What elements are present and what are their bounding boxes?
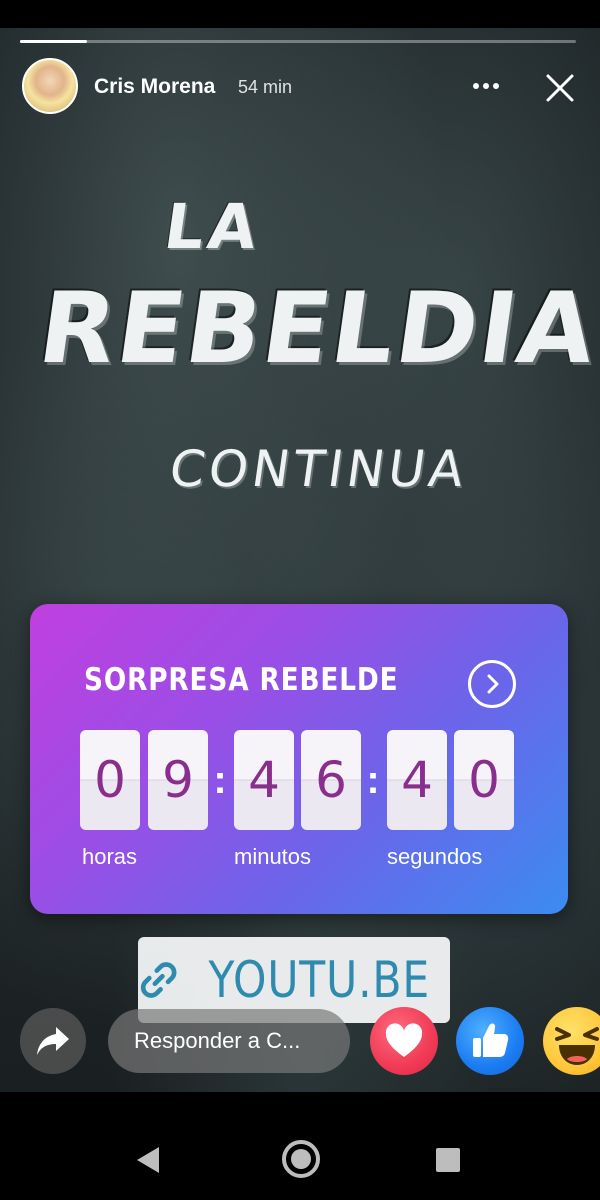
link-sticker-text: YOUTU.BE [208, 951, 431, 1009]
share-icon [37, 1027, 69, 1055]
avatar[interactable] [22, 58, 78, 114]
minutes-digit-2: 6 [301, 730, 361, 830]
back-icon[interactable] [135, 1145, 161, 1180]
story-username[interactable]: Cris Morena [94, 75, 215, 99]
share-button[interactable] [20, 1008, 86, 1074]
story-title-art: LA REBELDIA CONTINUA [32, 190, 600, 530]
minutes-digit-1: 4 [234, 730, 294, 830]
countdown-sticker[interactable]: SORPRESA REBELDE 0 9 : 4 6 : 4 0 horas m… [30, 604, 568, 914]
like-reaction-button[interactable] [456, 1007, 524, 1075]
story-progress-fill [20, 40, 87, 43]
haha-reaction-button[interactable] [543, 1007, 600, 1075]
more-options-icon[interactable] [468, 74, 504, 98]
title-line-1: LA [159, 190, 266, 263]
seconds-digit-1: 4 [387, 730, 447, 830]
hours-label: horas [82, 844, 138, 869]
close-icon[interactable] [540, 68, 580, 108]
seconds-label: segundos [387, 844, 483, 869]
title-line-3: CONTINUA [165, 440, 472, 498]
story-background [0, 28, 600, 1092]
countdown-digits: 0 9 : 4 6 : 4 0 [80, 730, 520, 830]
status-bar [0, 0, 600, 28]
reply-input[interactable]: Responder a C... [108, 1009, 350, 1073]
love-reaction-button[interactable] [370, 1007, 438, 1075]
chevron-right-icon[interactable] [468, 660, 516, 708]
laughing-face-icon [555, 1027, 599, 1065]
recents-icon[interactable] [436, 1148, 460, 1172]
colon-separator: : [366, 758, 380, 802]
seconds-digit-2: 0 [454, 730, 514, 830]
hours-digit-1: 0 [80, 730, 140, 830]
hours-digit-2: 9 [148, 730, 208, 830]
home-icon[interactable] [282, 1140, 320, 1178]
colon-separator: : [213, 758, 227, 802]
story-progress-bar [20, 40, 576, 43]
link-icon [140, 962, 177, 998]
thumbs-up-icon [473, 1023, 509, 1057]
minutes-label: minutos [234, 844, 312, 869]
title-line-2: REBELDIA [31, 272, 600, 386]
heart-icon [385, 1023, 423, 1057]
story-time-ago: 54 min [238, 77, 293, 97]
countdown-title: SORPRESA REBELDE [84, 662, 399, 698]
